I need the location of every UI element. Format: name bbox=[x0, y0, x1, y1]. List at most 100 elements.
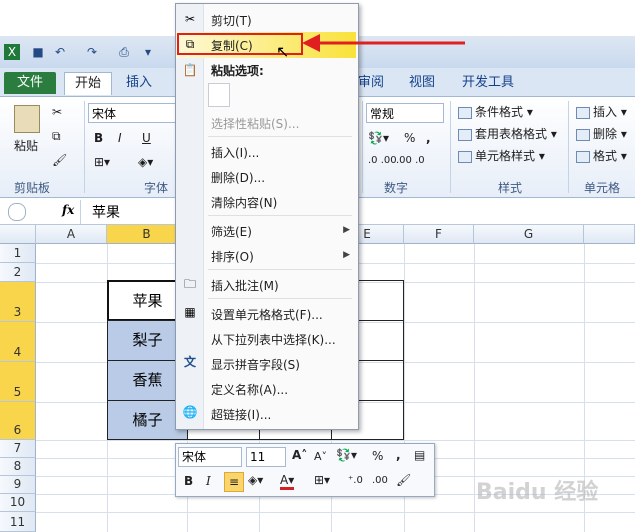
increase-decimal-icon[interactable]: ⁺.0 bbox=[348, 475, 363, 486]
format-cells-button[interactable]: 格式 ▾ bbox=[576, 147, 627, 164]
borders-icon[interactable]: ⊞▾ bbox=[94, 155, 110, 169]
format-cells-icon bbox=[576, 150, 590, 163]
font-color-icon[interactable]: A▾ bbox=[280, 473, 295, 490]
column-header[interactable]: G bbox=[474, 225, 584, 244]
divider bbox=[362, 101, 363, 193]
tab-file[interactable]: 文件 bbox=[4, 72, 56, 94]
column-header[interactable]: F bbox=[404, 225, 474, 244]
format-painter-icon[interactable]: ▤ bbox=[414, 448, 425, 462]
paste-options-heading: 粘贴选项: bbox=[211, 64, 264, 78]
menu-item-pick-list[interactable]: 从下拉列表中选择(K)... bbox=[211, 331, 336, 348]
menu-separator bbox=[208, 269, 352, 270]
increase-decimal-button[interactable]: .0 .00 bbox=[368, 155, 397, 166]
tab-home[interactable]: 开始 bbox=[64, 72, 112, 95]
delete-cells-button[interactable]: 删除 ▾ bbox=[576, 125, 627, 142]
mini-percent-button[interactable]: % bbox=[372, 449, 383, 463]
decrease-decimal-button[interactable]: .00 .0 bbox=[396, 155, 425, 166]
row-header[interactable]: 4 bbox=[0, 322, 36, 362]
menu-item-format-cells[interactable]: 设置单元格格式(F)... bbox=[211, 306, 323, 323]
row-header[interactable]: 8 bbox=[0, 458, 36, 476]
accounting-icon[interactable]: 💱▾ bbox=[368, 131, 389, 145]
paste-icon[interactable] bbox=[14, 105, 40, 133]
menu-item-hyperlink[interactable]: 超链接(I)... bbox=[211, 406, 271, 423]
conditional-format-button[interactable]: 条件格式 ▾ bbox=[458, 103, 533, 120]
redo-icon[interactable]: ↷ bbox=[84, 44, 100, 60]
row-header[interactable]: 1 bbox=[0, 244, 36, 263]
row-header[interactable]: 9 bbox=[0, 476, 36, 494]
formula-input[interactable]: 苹果 bbox=[92, 202, 120, 222]
percent-button[interactable]: % bbox=[404, 131, 415, 145]
mini-italic-icon[interactable]: I bbox=[206, 474, 211, 488]
menu-item-clear[interactable]: 清除内容(N) bbox=[211, 194, 277, 211]
menu-item-filter[interactable]: 筛选(E) bbox=[211, 223, 252, 240]
gridline bbox=[36, 512, 635, 513]
cell-styles-label: 单元格样式 bbox=[475, 149, 536, 163]
italic-button[interactable]: I bbox=[118, 131, 122, 145]
menu-item-cut[interactable]: 剪切(T) bbox=[211, 12, 252, 29]
decrease-decimal-icon[interactable]: .00 bbox=[372, 475, 388, 486]
menu-item-delete[interactable]: 删除(D)... bbox=[211, 169, 265, 186]
row-header[interactable]: 6 bbox=[0, 402, 36, 440]
format-as-table-label: 套用表格格式 bbox=[475, 127, 548, 141]
insert-cells-button[interactable]: 插入 ▾ bbox=[576, 103, 627, 120]
tab-review[interactable]: 审阅 bbox=[354, 72, 388, 94]
select-all-corner[interactable] bbox=[0, 225, 36, 244]
comma-button[interactable]: , bbox=[426, 131, 431, 145]
column-header[interactable]: A bbox=[36, 225, 107, 244]
menu-item-insert[interactable]: 插入(I)... bbox=[211, 144, 259, 161]
shrink-font-icon[interactable]: A˅ bbox=[314, 450, 327, 463]
mini-size-combo[interactable]: 11 bbox=[246, 447, 286, 467]
fill-color-icon[interactable]: ◈▾ bbox=[138, 155, 153, 169]
context-menu: ✂ 剪切(T) ⧉ 复制(C) ↖ 📋 粘贴选项: 选择性粘贴(S)... 插入… bbox=[175, 3, 359, 430]
tab-view[interactable]: 视图 bbox=[405, 72, 439, 94]
qat-menu-icon[interactable]: ▾ bbox=[140, 44, 156, 60]
mini-bold-icon[interactable]: B bbox=[184, 474, 193, 488]
menu-item-define-name[interactable]: 定义名称(A)... bbox=[211, 381, 288, 398]
row-header[interactable]: 10 bbox=[0, 494, 36, 512]
table-icon bbox=[458, 128, 472, 141]
excel-icon[interactable]: X bbox=[4, 44, 20, 60]
bold-button[interactable]: B bbox=[94, 131, 103, 145]
namebox-toggle-icon[interactable] bbox=[8, 203, 26, 221]
cell-styles-button[interactable]: 单元格样式 ▾ bbox=[458, 147, 545, 164]
format-painter-brush-icon[interactable]: 🖌 bbox=[396, 473, 411, 487]
align-center-icon[interactable]: ≡ bbox=[224, 472, 244, 492]
borders-icon[interactable]: ⊞▾ bbox=[314, 473, 330, 487]
undo-icon[interactable]: ↶ bbox=[52, 44, 68, 60]
menu-item-insert-comment[interactable]: 插入批注(M) bbox=[211, 277, 279, 294]
mini-font-combo[interactable]: 宋体 bbox=[178, 447, 242, 467]
row-header[interactable]: 11 bbox=[0, 512, 36, 532]
font-name-combo[interactable]: 宋体 bbox=[88, 103, 176, 123]
grow-font-icon[interactable]: A˄ bbox=[292, 448, 307, 462]
conditional-format-label: 条件格式 bbox=[475, 105, 524, 119]
gridline bbox=[36, 440, 635, 441]
copy-icon[interactable]: ⧉ bbox=[52, 129, 61, 144]
fill-color-icon[interactable]: ◈▾ bbox=[248, 473, 263, 487]
mini-comma-button[interactable]: , bbox=[396, 448, 401, 462]
phonetic-icon: 文 bbox=[183, 355, 196, 369]
fx-button[interactable]: fx bbox=[62, 203, 74, 217]
row-header[interactable]: 5 bbox=[0, 362, 36, 402]
row-header[interactable]: 2 bbox=[0, 263, 36, 282]
paste-option-icon[interactable] bbox=[208, 83, 230, 107]
cut-icon[interactable]: ✂ bbox=[52, 105, 62, 119]
save-icon[interactable]: ■ bbox=[30, 44, 46, 60]
format-as-table-button[interactable]: 套用表格格式 ▾ bbox=[458, 125, 557, 142]
divider bbox=[84, 101, 85, 193]
menu-item-copy[interactable]: 复制(C) bbox=[211, 37, 253, 54]
gridline bbox=[474, 244, 475, 532]
number-format-combo[interactable]: 常规 bbox=[366, 103, 444, 123]
menu-item-sort[interactable]: 排序(O) bbox=[211, 248, 254, 265]
accounting-icon[interactable]: 💱▾ bbox=[336, 448, 357, 462]
format-cells-label: 格式 bbox=[593, 149, 618, 163]
format-painter-icon[interactable]: 🖌 bbox=[52, 153, 67, 167]
tab-insert[interactable]: 插入 bbox=[116, 72, 162, 94]
underline-button[interactable]: U bbox=[142, 131, 151, 145]
row-header[interactable]: 7 bbox=[0, 440, 36, 458]
row-header[interactable]: 3 bbox=[0, 282, 36, 322]
menu-item-phonetic[interactable]: 显示拼音字段(S) bbox=[211, 356, 300, 373]
tab-developer[interactable]: 开发工具 bbox=[458, 72, 518, 94]
menu-item-paste-special[interactable]: 选择性粘贴(S)... bbox=[211, 115, 299, 132]
print-preview-icon[interactable]: ⎙ bbox=[116, 44, 132, 60]
paste-button[interactable]: 粘贴 bbox=[14, 137, 38, 154]
